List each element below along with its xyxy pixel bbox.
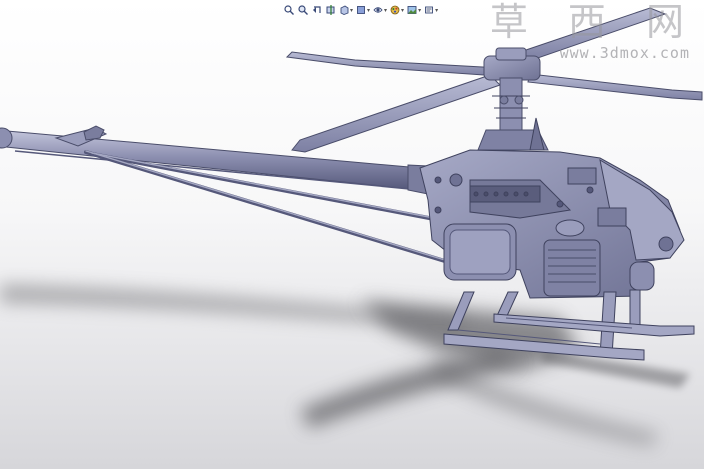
- chevron-down-icon: ▾: [418, 6, 422, 14]
- engine: [543, 239, 601, 297]
- tail-boom[interactable]: [0, 125, 429, 195]
- canopy-mount: [629, 261, 655, 291]
- fuselage-frame[interactable]: [419, 117, 685, 299]
- rotor-blade-back: [518, 7, 667, 61]
- previous-view-icon[interactable]: [310, 4, 323, 17]
- display-style-icon[interactable]: ▾: [355, 4, 371, 17]
- tail-fin-mount: [83, 125, 105, 141]
- main-rotor[interactable]: [285, 7, 703, 153]
- view-settings-icon[interactable]: ▾: [423, 4, 439, 17]
- heads-up-view-toolbar: ▾ ▾ ▾ ▾ ▾ ▾: [282, 3, 439, 17]
- servo: [567, 167, 597, 185]
- edit-appearance-icon[interactable]: ▾: [389, 4, 405, 17]
- hide-show-items-icon[interactable]: ▾: [372, 4, 388, 17]
- ground-shadow: [0, 285, 690, 446]
- chevron-down-icon: ▾: [350, 6, 354, 14]
- chevron-down-icon: ▾: [367, 6, 371, 14]
- helicopter-model[interactable]: [0, 0, 704, 469]
- graphics-viewport[interactable]: ▾ ▾ ▾ ▾ ▾ ▾ 草 西 网 www.3dmox.com: [0, 0, 704, 469]
- zoom-to-area-icon[interactable]: [296, 4, 309, 17]
- chevron-down-icon: ▾: [384, 6, 388, 14]
- section-view-icon[interactable]: [324, 4, 337, 17]
- rotor-blade-right: [527, 73, 703, 101]
- apply-scene-icon[interactable]: ▾: [406, 4, 422, 17]
- view-orientation-icon[interactable]: ▾: [338, 4, 354, 17]
- chevron-down-icon: ▾: [435, 6, 439, 14]
- chevron-down-icon: ▾: [401, 6, 405, 14]
- servo: [597, 207, 627, 227]
- rotor-blade-left: [285, 51, 501, 77]
- rotor-blade-front: [291, 74, 501, 153]
- zoom-to-fit-icon[interactable]: [282, 4, 295, 17]
